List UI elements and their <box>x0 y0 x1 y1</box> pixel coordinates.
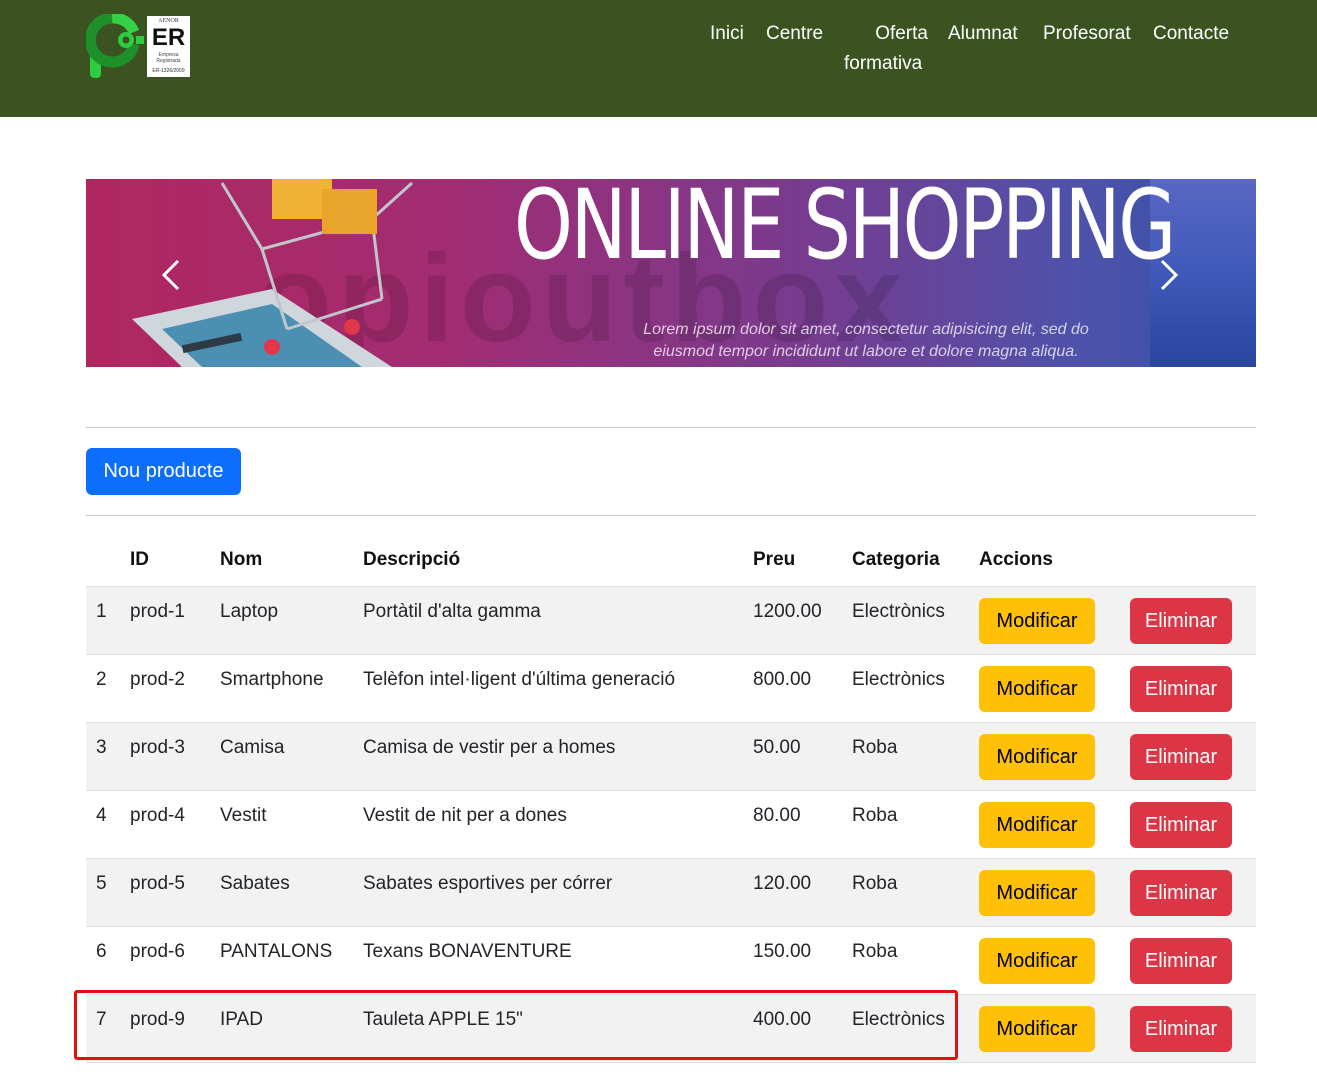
header-actions: Accions <box>979 549 1053 570</box>
nav-contacte[interactable]: Contacte <box>1153 19 1229 49</box>
cell-num: 1 <box>96 601 107 622</box>
aenor-caption: Empresa Registrada <box>156 52 181 64</box>
new-product-button[interactable]: Nou producte <box>86 448 241 495</box>
cell-id: prod-2 <box>130 669 185 690</box>
header-price: Preu <box>753 549 796 570</box>
cell-price: 800.00 <box>753 669 812 690</box>
cell-description: Sabates esportives per córrer <box>363 873 613 894</box>
cell-description: Tauleta APPLE 15" <box>363 1009 523 1030</box>
carousel-prev-button[interactable] <box>152 255 192 295</box>
cell-name: Laptop <box>220 601 279 622</box>
cell-description: Telèfon intel·ligent d'última generació <box>363 669 676 690</box>
school-logo[interactable] <box>86 14 146 82</box>
nav-profesorat[interactable]: Profesorat <box>1043 19 1131 49</box>
cell-id: prod-4 <box>130 805 185 826</box>
delete-button[interactable]: Eliminar <box>1130 598 1232 644</box>
cell-price: 80.00 <box>753 805 801 826</box>
cell-category: Electrònics <box>852 1009 945 1030</box>
cell-category: Electrònics <box>852 601 945 622</box>
delete-button[interactable]: Eliminar <box>1130 870 1232 916</box>
table-body: 1 prod-1 Laptop Portàtil d'alta gamma 1200.0… <box>86 587 1256 1063</box>
products-table: ID Nom Descripció Preu Categoria Accions… <box>86 539 1256 1063</box>
nav-centre[interactable]: Centre <box>766 19 823 49</box>
modify-button[interactable]: Modificar <box>979 598 1095 644</box>
cell-price: 120.00 <box>753 873 812 894</box>
aenor-mark: ER <box>151 24 186 51</box>
cell-name: Sabates <box>220 873 290 894</box>
cell-description: Camisa de vestir per a homes <box>363 737 616 758</box>
chevron-right-icon <box>1160 259 1179 291</box>
table-header-row: ID Nom Descripció Preu Categoria Accions <box>86 539 1256 587</box>
cell-name: IPAD <box>220 1009 263 1030</box>
nav-alumnat[interactable]: Alumnat <box>948 19 1018 49</box>
header-id: ID <box>130 549 149 570</box>
modify-button[interactable]: Modificar <box>979 870 1095 916</box>
cell-num: 5 <box>96 873 107 894</box>
carousel-banner: opioutbox ONLINE SHOPPING Lorem ipsum do… <box>86 179 1256 367</box>
aenor-cert: ER-1326/2009 <box>152 68 185 74</box>
table-row: 3 prod-3 Camisa Camisa de vestir per a home… <box>86 723 1256 791</box>
modify-button[interactable]: Modificar <box>979 734 1095 780</box>
header-category: Categoria <box>852 549 940 570</box>
delete-button[interactable]: Eliminar <box>1130 1006 1232 1052</box>
cell-num: 6 <box>96 941 107 962</box>
cell-num: 2 <box>96 669 107 690</box>
banner-title: ONLINE SHOPPING <box>514 179 1176 281</box>
delete-button[interactable]: Eliminar <box>1130 734 1232 780</box>
cell-name: Smartphone <box>220 669 324 690</box>
cell-category: Roba <box>852 941 898 962</box>
aenor-badge: AENOR ER Empresa Registrada ER-1326/2009 <box>147 16 190 77</box>
cell-price: 1200.00 <box>753 601 822 622</box>
cell-price: 50.00 <box>753 737 801 758</box>
cell-num: 7 <box>96 1009 107 1030</box>
cell-id: prod-1 <box>130 601 185 622</box>
banner-subtitle-line2: eiusmod tempor incididunt ut labore et d… <box>653 343 1079 360</box>
nav-oferta-line1: Oferta <box>875 23 928 44</box>
modify-button[interactable]: Modificar <box>979 1006 1095 1052</box>
modify-button[interactable]: Modificar <box>979 938 1095 984</box>
table-row: 7 prod-9 IPAD Tauleta APPLE 15" 400.00 Electr… <box>86 995 1256 1063</box>
table-row: 1 prod-1 Laptop Portàtil d'alta gamma 1200.0… <box>86 587 1256 655</box>
cell-id: prod-5 <box>130 873 185 894</box>
table-row: 2 prod-2 Smartphone Telèfon intel·ligent d'… <box>86 655 1256 723</box>
table-row: 4 prod-4 Vestit Vestit de nit per a dones 80… <box>86 791 1256 859</box>
delete-button[interactable]: Eliminar <box>1130 802 1232 848</box>
cell-category: Roba <box>852 873 898 894</box>
header-description: Descripció <box>363 549 461 570</box>
nav-oferta-line2[interactable]: formativa <box>844 49 922 79</box>
nav-oferta-formativa[interactable]: Oferta <box>844 19 928 49</box>
carousel-next-button[interactable] <box>1148 255 1188 295</box>
cell-description: Vestit de nit per a dones <box>363 805 567 826</box>
modify-button[interactable]: Modificar <box>979 802 1095 848</box>
cell-id: prod-3 <box>130 737 185 758</box>
site-header: AENOR ER Empresa Registrada ER-1326/2009… <box>0 0 1317 117</box>
delete-button[interactable]: Eliminar <box>1130 938 1232 984</box>
delete-button[interactable]: Eliminar <box>1130 666 1232 712</box>
cell-id: prod-9 <box>130 1009 185 1030</box>
chevron-left-icon <box>161 259 180 291</box>
table-row: 6 prod-6 PANTALONS Texans BONAVENTURE 150.00… <box>86 927 1256 995</box>
cell-name: Vestit <box>220 805 267 826</box>
banner-subtitle: Lorem ipsum dolor sit amet, consectetur … <box>586 319 1146 363</box>
cell-name: PANTALONS <box>220 941 333 962</box>
table-row: 5 prod-5 Sabates Sabates esportives per cór… <box>86 859 1256 927</box>
cell-price: 150.00 <box>753 941 812 962</box>
cell-category: Roba <box>852 805 898 826</box>
cell-description: Portàtil d'alta gamma <box>363 601 541 622</box>
divider-bottom <box>86 515 1256 516</box>
nav-inici[interactable]: Inici <box>710 19 744 49</box>
banner-subtitle-line1: Lorem ipsum dolor sit amet, consectetur … <box>643 321 1089 338</box>
divider-top <box>86 427 1256 428</box>
cell-price: 400.00 <box>753 1009 812 1030</box>
modify-button[interactable]: Modificar <box>979 666 1095 712</box>
cell-name: Camisa <box>220 737 285 758</box>
cell-num: 4 <box>96 805 107 826</box>
cell-num: 3 <box>96 737 107 758</box>
cell-category: Roba <box>852 737 898 758</box>
header-name: Nom <box>220 549 263 570</box>
cell-id: prod-6 <box>130 941 185 962</box>
cell-description: Texans BONAVENTURE <box>363 941 572 962</box>
cell-category: Electrònics <box>852 669 945 690</box>
